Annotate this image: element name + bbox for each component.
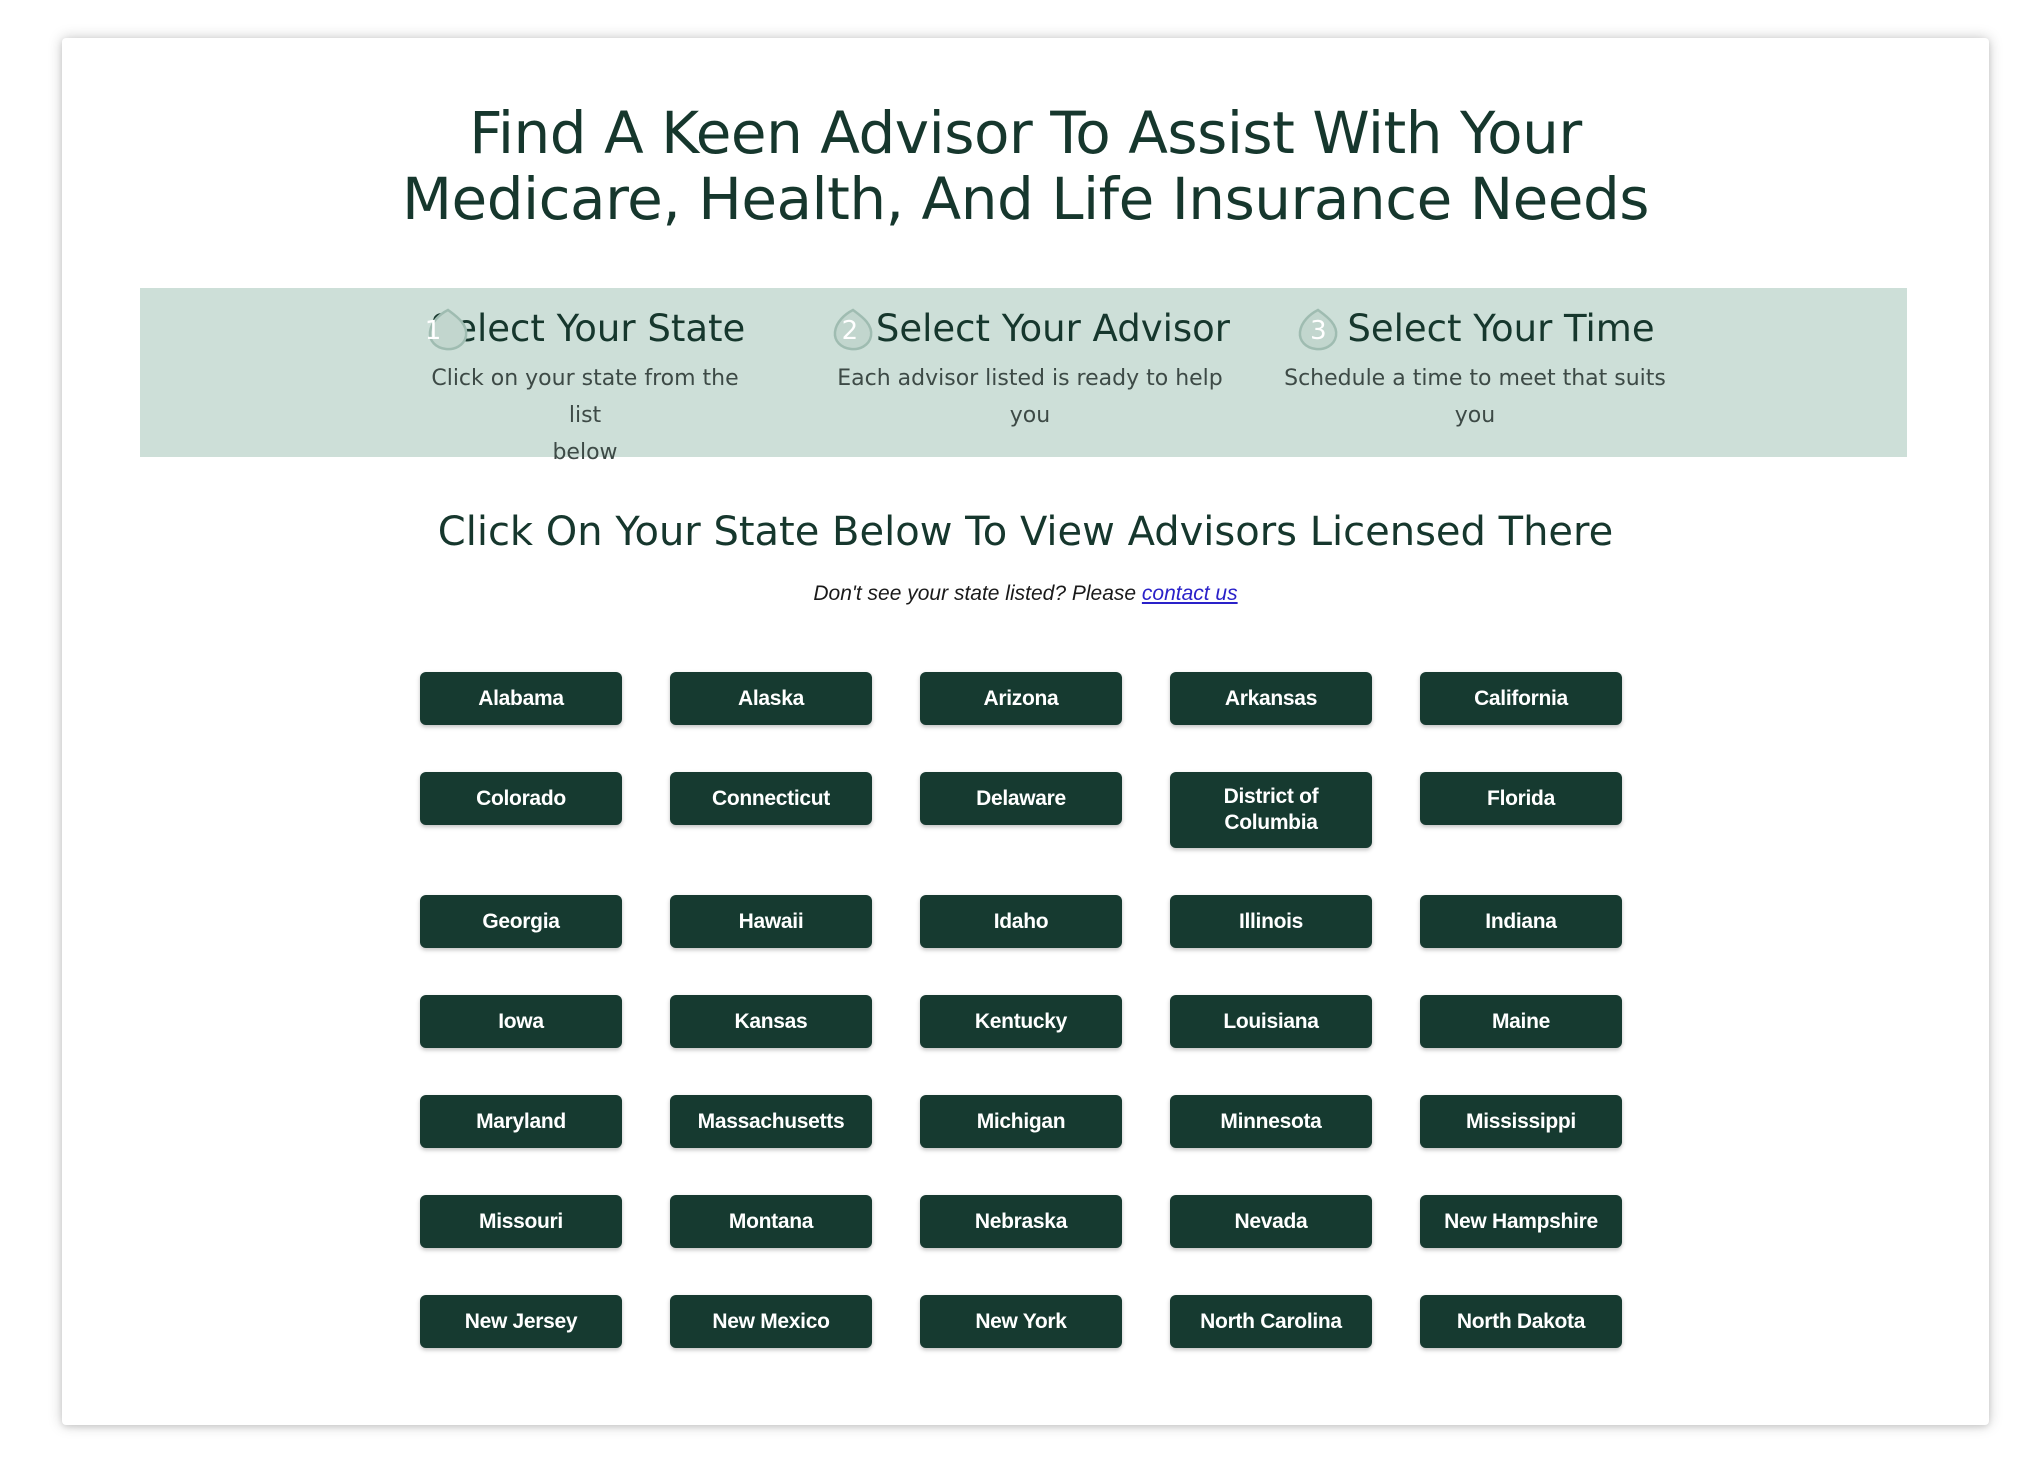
state-button-arizona[interactable]: Arizona [920, 672, 1122, 725]
step-description: Each advisor listed is ready to help you [830, 360, 1230, 434]
state-button-arkansas[interactable]: Arkansas [1170, 672, 1372, 725]
state-button-grid: Alabama Alaska Arizona Arkansas California Co… [420, 672, 1628, 1348]
step-number-badge-icon: 2 [830, 306, 873, 352]
page-title-line-2: Medicare, Health, And Life Insurance Nee… [402, 165, 1650, 233]
state-button-louisiana[interactable]: Louisiana [1170, 995, 1372, 1048]
states-section-title: Click On Your State Below To View Adviso… [437, 509, 1614, 555]
state-button-hawaii[interactable]: Hawaii [670, 895, 872, 948]
state-button-connecticut[interactable]: Connecticut [670, 772, 872, 825]
step-description-line: Each advisor listed is ready to help [837, 366, 1223, 391]
state-button-mississippi[interactable]: Mississippi [1420, 1095, 1622, 1148]
step-title: Select Your State [430, 307, 746, 350]
step-description: Click on your state from the list below [430, 360, 740, 471]
state-button-new-jersey[interactable]: New Jersey [420, 1295, 622, 1348]
step-title: Select Your Time [1347, 307, 1655, 350]
state-button-idaho[interactable]: Idaho [920, 895, 1122, 948]
state-button-alaska[interactable]: Alaska [670, 672, 872, 725]
step-number: 2 [841, 316, 859, 346]
state-button-maryland[interactable]: Maryland [420, 1095, 622, 1148]
step-select-time: 3 Select Your Time Schedule a time to me… [1280, 288, 1670, 434]
state-button-florida[interactable]: Florida [1420, 772, 1622, 825]
state-button-michigan[interactable]: Michigan [920, 1095, 1122, 1148]
step-select-state: 1 Select Your State Click on your state … [425, 288, 746, 471]
state-button-north-carolina[interactable]: North Carolina [1170, 1295, 1372, 1348]
state-button-massachusetts[interactable]: Massachusetts [670, 1095, 872, 1148]
state-button-indiana[interactable]: Indiana [1420, 895, 1622, 948]
state-button-district-of-columbia[interactable]: District of Columbia [1170, 772, 1372, 848]
page-title-line-1: Find A Keen Advisor To Assist With Your [469, 99, 1582, 167]
page-title: Find A Keen Advisor To Assist With Your … [62, 100, 1989, 232]
contact-note: Don't see your state listed? Please cont… [62, 580, 1989, 608]
state-button-illinois[interactable]: Illinois [1170, 895, 1372, 948]
state-button-maine[interactable]: Maine [1420, 995, 1622, 1048]
step-description-line: you [1454, 403, 1496, 428]
contact-us-link[interactable]: contact us [1142, 582, 1238, 605]
step-description-line: Schedule a time to meet that suits [1284, 366, 1666, 391]
state-button-alabama[interactable]: Alabama [420, 672, 622, 725]
page-card: Find A Keen Advisor To Assist With Your … [62, 38, 1989, 1425]
state-button-north-dakota[interactable]: North Dakota [1420, 1295, 1622, 1348]
step-number-badge-icon: 3 [1295, 306, 1341, 352]
state-button-nevada[interactable]: Nevada [1170, 1195, 1372, 1248]
state-button-montana[interactable]: Montana [670, 1195, 872, 1248]
state-button-california[interactable]: California [1420, 672, 1622, 725]
step-description-line: you [1009, 403, 1051, 428]
step-description-line: Click on your state from the list [431, 366, 739, 428]
state-button-delaware[interactable]: Delaware [920, 772, 1122, 825]
state-button-new-hampshire[interactable]: New Hampshire [1420, 1195, 1622, 1248]
step-description: Schedule a time to meet that suits you [1280, 360, 1670, 434]
steps-band: 1 Select Your State Click on your state … [140, 288, 1907, 465]
state-button-new-mexico[interactable]: New Mexico [670, 1295, 872, 1348]
state-button-missouri[interactable]: Missouri [420, 1195, 622, 1248]
step-number: 3 [1310, 316, 1327, 346]
state-button-colorado[interactable]: Colorado [420, 772, 622, 825]
state-button-new-york[interactable]: New York [920, 1295, 1122, 1348]
state-button-nebraska[interactable]: Nebraska [920, 1195, 1122, 1248]
state-button-minnesota[interactable]: Minnesota [1170, 1095, 1372, 1148]
contact-note-text: Don't see your state listed? Please [813, 582, 1142, 605]
step-title: Select Your Advisor [875, 307, 1230, 350]
state-button-kansas[interactable]: Kansas [670, 995, 872, 1048]
state-button-kentucky[interactable]: Kentucky [920, 995, 1122, 1048]
step-select-advisor: 2 Select Your Advisor Each advisor liste… [830, 288, 1230, 434]
state-button-iowa[interactable]: Iowa [420, 995, 622, 1048]
state-button-georgia[interactable]: Georgia [420, 895, 622, 948]
step-description-line: below [552, 440, 618, 465]
